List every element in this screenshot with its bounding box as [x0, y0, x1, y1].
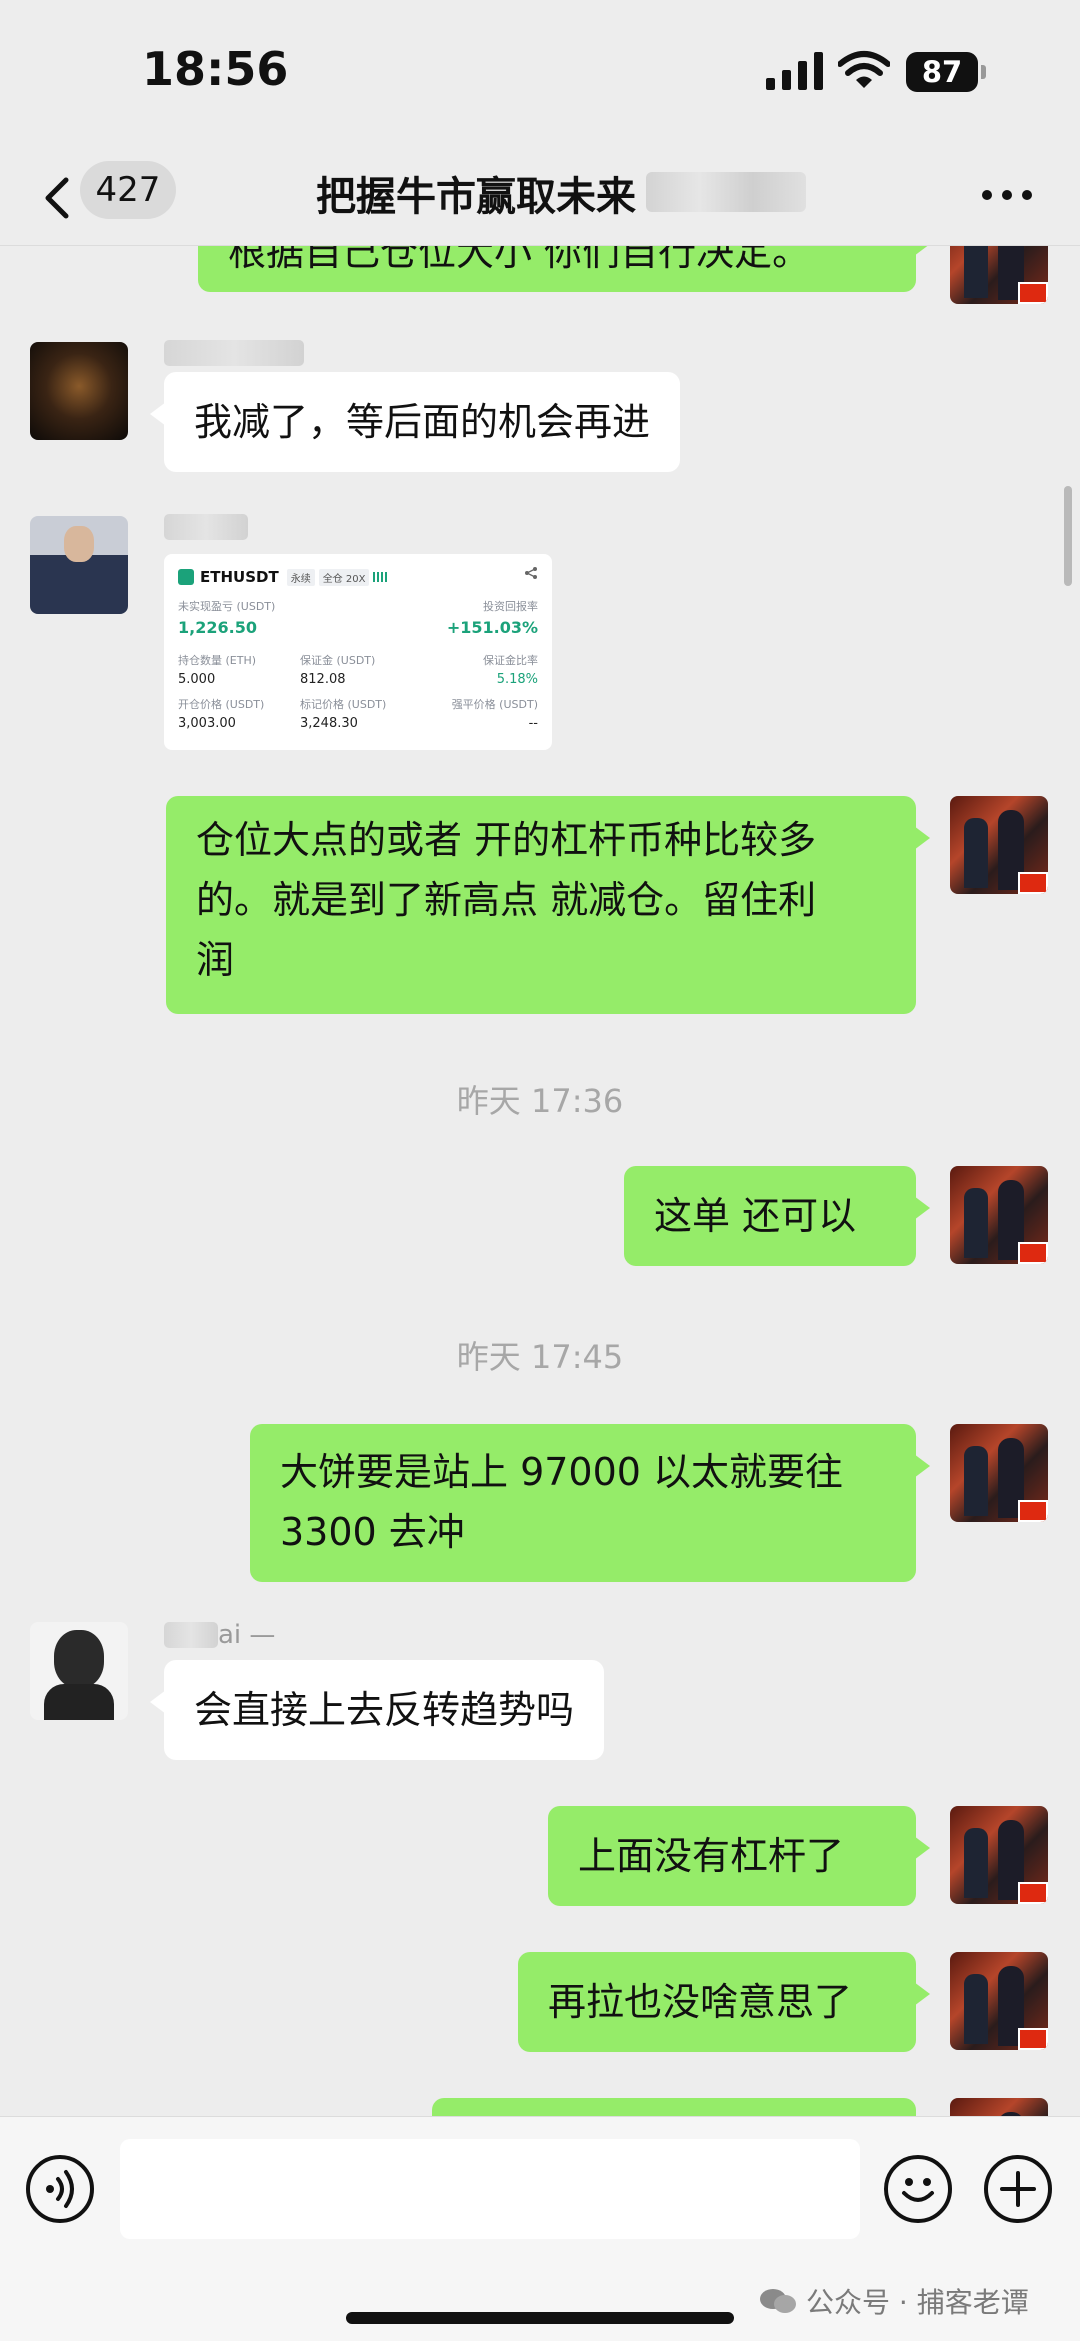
message-bubble-self[interactable]: 再拉也没啥意思了 — [518, 1952, 930, 2052]
self-avatar[interactable] — [950, 1952, 1048, 2050]
battery-icon: 87 — [906, 52, 986, 92]
message-bubble-self[interactable]: 这单 还可以 — [624, 1166, 930, 1266]
more-icon[interactable] — [982, 182, 1032, 212]
card-symbol: ETHUSDT — [200, 568, 279, 586]
input-bar: 公众号 · 捕客老谭 — [0, 2116, 1080, 2341]
member-avatar[interactable] — [30, 342, 128, 440]
scrollbar[interactable] — [1064, 486, 1072, 586]
self-avatar[interactable] — [950, 1166, 1048, 1264]
card-value: 5.18% — [496, 672, 538, 687]
card-value: 3,003.00 — [178, 716, 236, 731]
message-bubble-other[interactable]: 会直接上去反转趋势吗 — [149, 1660, 605, 1760]
message-bubble-self[interactable]: 仓位大点的或者 开的杠杆币种比较多 的。就是到了新高点 就减仓。留住利 润 — [166, 796, 930, 1014]
chat-header: 427 把握牛市赢取未来 — [0, 150, 1080, 246]
card-label: 开仓价格 (USDT) — [178, 698, 265, 711]
card-value: -- — [528, 716, 538, 731]
voice-icon[interactable] — [26, 2155, 94, 2223]
back-icon[interactable] — [38, 168, 78, 228]
signal-icon — [766, 52, 823, 90]
status-bar: 18:56 87 — [0, 0, 1080, 150]
wifi-icon — [838, 51, 890, 88]
timestamp: 昨天 17:36 — [456, 1082, 624, 1120]
message-list[interactable]: 根据自己仓位大小 你们自行决定。 我减了，等后面的机会再进 ETHUSDT 永续… — [0, 246, 1080, 2116]
watermark: 公众号 · 捕客老谭 — [758, 2281, 1029, 2321]
message-bubble-other[interactable]: 我减了，等后面的机会再进 — [149, 372, 681, 472]
unread-count-badge[interactable]: 427 — [80, 161, 176, 219]
message-input[interactable] — [120, 2139, 860, 2239]
card-tag: 永续 — [286, 568, 315, 586]
watermark-text: 公众号 · 捕客老谭 — [806, 2286, 1029, 2319]
plus-icon[interactable] — [984, 2155, 1052, 2223]
share-icon — [525, 567, 537, 579]
wechat-icon — [760, 2289, 796, 2313]
card-label: 保证金 (USDT) — [300, 654, 376, 667]
member-nickname: ai — — [218, 1620, 276, 1650]
message-bubble-self[interactable]: 大饼要是站上 97000 以太就要往 3300 去冲 — [250, 1424, 930, 1582]
chat-title: 把握牛市赢取未来 — [316, 174, 636, 220]
card-value: 3,248.30 — [300, 716, 358, 731]
self-avatar[interactable] — [950, 246, 1048, 304]
self-avatar[interactable] — [950, 796, 1048, 894]
card-tag: 全仓 20X — [318, 568, 370, 586]
card-label: 保证金比率 — [483, 654, 538, 667]
status-time: 18:56 — [142, 42, 289, 96]
card-label: 持仓数量 (ETH) — [178, 654, 257, 667]
nickname-blurred — [164, 514, 248, 540]
self-avatar[interactable] — [950, 2098, 1048, 2116]
exchange-logo-icon — [178, 569, 194, 585]
title-blurred-region — [646, 172, 806, 212]
home-indicator[interactable] — [346, 2312, 734, 2324]
card-value: 812.08 — [300, 672, 346, 687]
message-bubble-self[interactable] — [432, 2098, 916, 2116]
card-label: 投资回报率 — [483, 600, 538, 613]
card-label: 未实现盈亏 (USDT) — [178, 600, 276, 613]
signal-bars-icon — [373, 572, 388, 582]
emoji-icon[interactable] — [884, 2155, 952, 2223]
self-avatar[interactable] — [950, 1424, 1048, 1522]
member-avatar[interactable] — [30, 516, 128, 614]
card-value: +151.03% — [446, 618, 538, 637]
card-label: 强平价格 (USDT) — [451, 698, 538, 711]
timestamp: 昨天 17:45 — [456, 1338, 624, 1376]
card-label: 标记价格 (USDT) — [300, 698, 387, 711]
nickname-blurred — [164, 1622, 218, 1648]
member-avatar[interactable] — [30, 1622, 128, 1720]
message-bubble-self[interactable]: 根据自己仓位大小 你们自行决定。 — [198, 246, 930, 292]
card-value: 5.000 — [178, 672, 216, 687]
message-bubble-self[interactable]: 上面没有杠杆了 — [548, 1806, 930, 1906]
battery-level: 87 — [906, 52, 978, 92]
self-avatar[interactable] — [950, 1806, 1048, 1904]
nickname-blurred — [164, 340, 304, 366]
position-screenshot-image[interactable]: ETHUSDT 永续 全仓 20X 未实现盈亏 (USDT) 1,226.50 … — [164, 554, 552, 750]
card-value: 1,226.50 — [178, 618, 257, 637]
